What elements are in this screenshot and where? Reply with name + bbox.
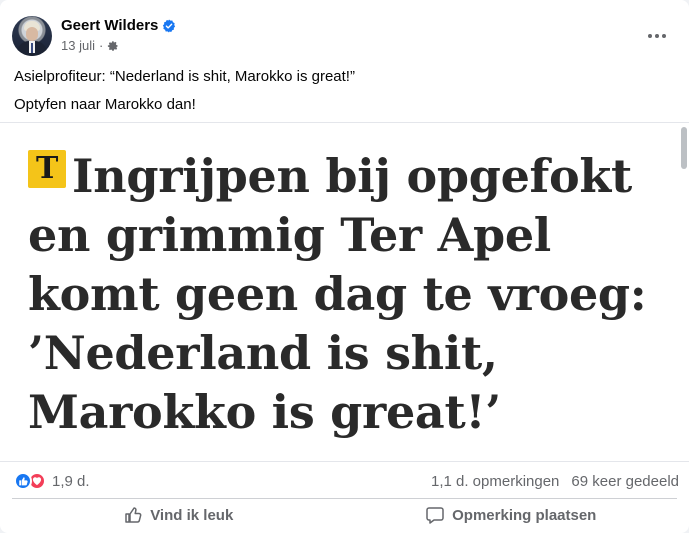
thumbs-up-icon xyxy=(125,507,142,523)
headline-line-1: T Ingrijpen bij opgefokt xyxy=(28,147,678,206)
author-name[interactable]: Geert Wilders xyxy=(61,17,158,34)
reactions-summary[interactable]: 1,9 d. xyxy=(14,472,90,490)
newspaper-headline: T Ingrijpen bij opgefokt en grimmig Ter A… xyxy=(28,147,678,442)
actions-divider xyxy=(12,498,677,499)
avatar[interactable] xyxy=(12,16,52,56)
gear-icon xyxy=(108,40,118,51)
verified-badge-icon xyxy=(163,19,176,32)
author-row: Geert Wilders xyxy=(61,17,176,34)
like-button[interactable]: Vind ik leuk xyxy=(12,500,345,530)
headline-line-2: en grimmig Ter Apel xyxy=(28,208,551,262)
comment-bubble-icon xyxy=(426,507,444,524)
headline-line-5: Marokko is great!’ xyxy=(28,385,501,439)
post-image[interactable]: T Ingrijpen bij opgefokt en grimmig Ter A… xyxy=(0,122,689,462)
telegraaf-logo: T xyxy=(28,150,66,188)
more-options-icon xyxy=(648,34,652,38)
post-text-line-1: Asielprofiteur: “Nederland is shit, Maro… xyxy=(14,68,355,85)
post-actions: Vind ik leuk Opmerking plaatsen xyxy=(12,500,677,530)
comment-button[interactable]: Opmerking plaatsen xyxy=(345,500,678,530)
like-reaction-icon xyxy=(14,472,32,490)
shares-count[interactable]: 69 keer gedeeld xyxy=(571,473,679,490)
like-button-label: Vind ik leuk xyxy=(150,506,234,524)
comments-count[interactable]: 1,1 d. opmerkingen xyxy=(431,473,559,490)
post-date[interactable]: 13 juli xyxy=(61,38,95,53)
post-text: Asielprofiteur: “Nederland is shit, Maro… xyxy=(14,67,675,123)
headline-line-3: komt geen dag te vroeg: xyxy=(28,267,647,321)
post-card: Geert Wilders 13 juli · Asielprofiteur: … xyxy=(0,0,689,533)
post-text-line-2: Optyfen naar Marokko dan! xyxy=(14,96,196,113)
post-header: Geert Wilders 13 juli · xyxy=(12,14,677,58)
engagement-counts: 1,1 d. opmerkingen 69 keer gedeeld xyxy=(431,473,679,490)
comment-button-label: Opmerking plaatsen xyxy=(452,506,597,524)
meta-separator: · xyxy=(98,38,104,53)
headline-line-4: ’Nederland is shit, xyxy=(28,326,498,380)
more-options-button[interactable] xyxy=(641,20,673,52)
image-scrollbar[interactable] xyxy=(681,127,687,169)
post-meta: 13 juli · xyxy=(61,38,119,53)
reaction-count: 1,9 d. xyxy=(52,472,90,490)
post-stats: 1,9 d. 1,1 d. opmerkingen 69 keer gedeel… xyxy=(14,470,679,494)
